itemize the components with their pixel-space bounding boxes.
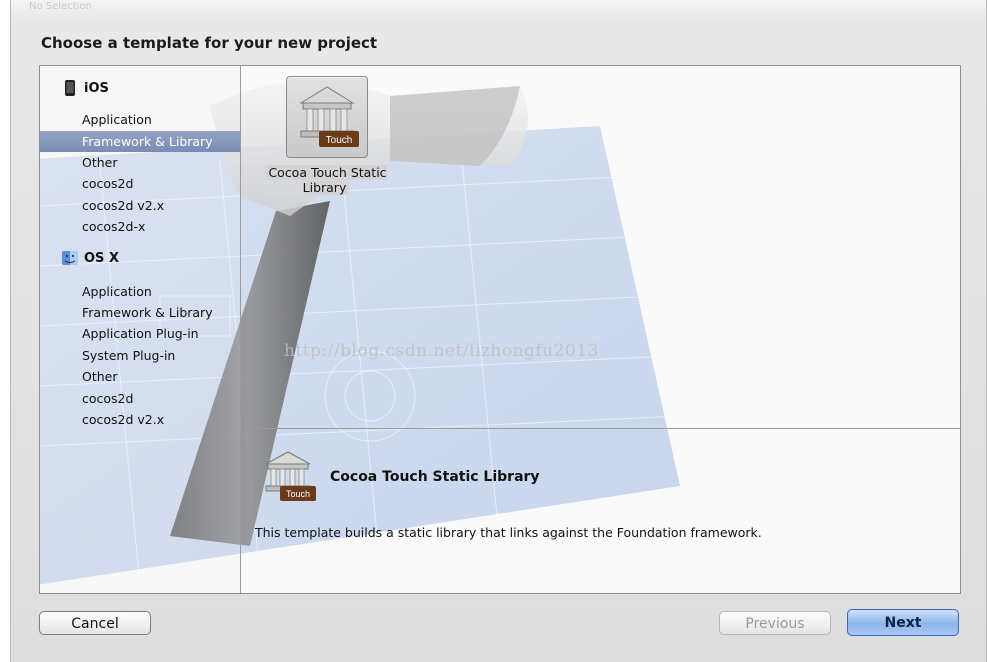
library-building-icon: Touch [265,451,316,501]
template-category-sidebar: iOS Application Framework & Library Othe… [40,66,241,593]
cancel-button[interactable]: Cancel [39,611,151,635]
next-button[interactable]: Next [847,609,959,636]
touch-badge-label: Touch [286,489,310,499]
sidebar-item-ios-framework-library[interactable]: Framework & Library [40,131,240,152]
template-chooser-panel: iOS Application Framework & Library Othe… [39,65,961,594]
previous-button[interactable]: Previous [719,611,831,635]
template-description-title: Cocoa Touch Static Library [330,469,540,485]
description-divider [241,428,960,429]
sidebar-group-osx[interactable]: OS X [62,247,119,269]
watermark-text: http://blog.csdn.net/lizhongfu2013 [284,341,599,361]
sidebar-item-ios-other[interactable]: Other [40,152,240,173]
sidebar-item-osx-cocos2d[interactable]: cocos2d [40,388,240,409]
sidebar-item-ios-application[interactable]: Application [40,109,240,130]
sidebar-item-osx-other[interactable]: Other [40,366,240,387]
sidebar-group-label: OS X [84,250,119,266]
template-item-label: Cocoa Touch Static Library [244,165,408,195]
library-building-icon: Touch [299,86,359,147]
template-item-label-text: Cocoa Touch Static Library [265,165,387,195]
sidebar-item-ios-cocos2d[interactable]: cocos2d [40,173,240,194]
touch-badge-label: Touch [326,135,353,146]
sidebar-item-osx-system-plugin[interactable]: System Plug-in [40,345,240,366]
window-title-strip: No Selection [11,0,986,22]
template-description-text: This template builds a static library th… [255,525,762,540]
new-project-sheet: No Selection Choose a template for your … [10,0,987,662]
sidebar-item-osx-application-plugin[interactable]: Application Plug-in [40,323,240,344]
page-title: Choose a template for your new project [41,34,378,52]
template-item-cocoa-touch-static-library[interactable]: Touch [286,76,368,158]
finder-icon [62,251,78,265]
sidebar-item-ios-cocos2d-v2[interactable]: cocos2d v2.x [40,195,240,216]
sidebar-item-ios-cocos2d-x[interactable]: cocos2d-x [40,216,240,237]
sidebar-item-osx-framework-library[interactable]: Framework & Library [40,302,240,323]
sidebar-group-ios[interactable]: iOS [62,77,109,99]
sidebar-item-osx-cocos2d-v2[interactable]: cocos2d v2.x [40,409,240,430]
sidebar-item-osx-application[interactable]: Application [40,281,240,302]
sidebar-group-label: iOS [84,80,109,96]
iphone-icon [65,80,75,96]
